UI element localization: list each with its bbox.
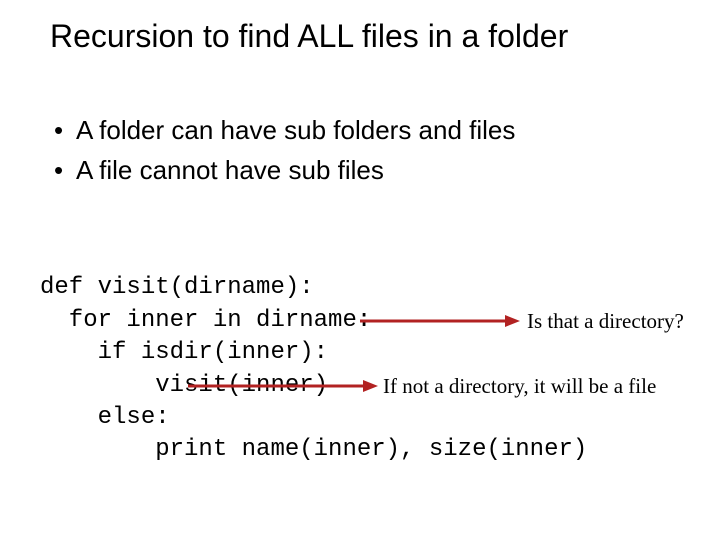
bullet-item: • A folder can have sub folders and file… [54,110,680,150]
bullet-list: • A folder can have sub folders and file… [54,110,680,191]
bullet-dot-icon: • [54,150,76,190]
slide: Recursion to find ALL files in a folder … [0,0,720,540]
annotation-else: If not a directory, it will be a file [383,374,656,399]
code-line: print name(inner), size(inner) [40,436,587,463]
code-line: if isdir(inner): [40,339,328,366]
bullet-item: • A file cannot have sub files [54,150,680,190]
bullet-text: A folder can have sub folders and files [76,110,515,150]
bullet-text: A file cannot have sub files [76,150,384,190]
code-line: def visit(dirname): [40,274,314,301]
slide-title: Recursion to find ALL files in a folder [50,18,680,55]
code-block: def visit(dirname): for inner in dirname… [40,240,587,499]
annotation-is-dir: Is that a directory? [527,309,684,334]
bullet-dot-icon: • [54,110,76,150]
code-line: for inner in dirname: [40,307,371,334]
arrow-icon [188,379,378,393]
arrow-icon [360,314,520,328]
code-line: else: [40,404,170,431]
